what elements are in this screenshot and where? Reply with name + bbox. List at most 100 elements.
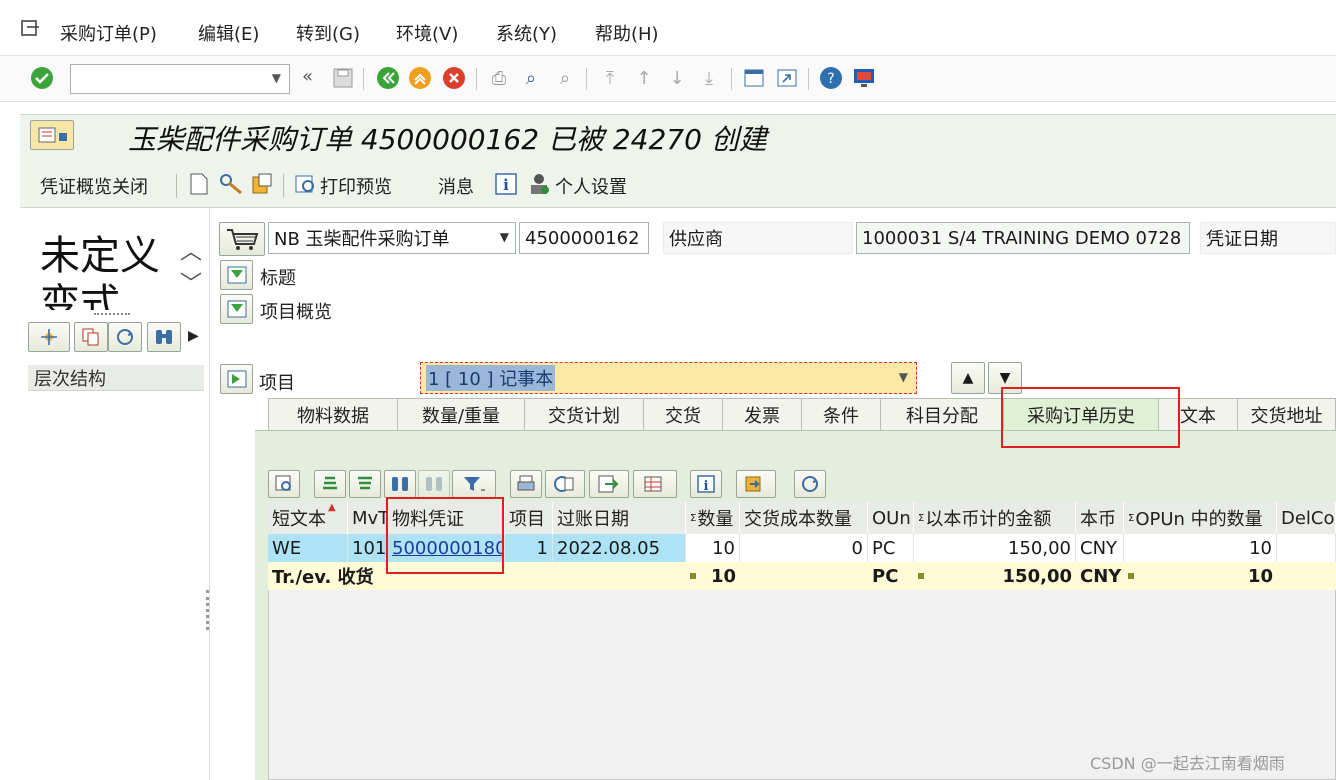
header-expand-icon[interactable]	[220, 260, 253, 290]
refresh-icon[interactable]	[794, 470, 826, 498]
first-page-icon[interactable]: ⤒	[598, 66, 622, 90]
item-select[interactable]: 1 [ 10 ] 记事本 ▼	[420, 362, 917, 394]
column-header-mvt[interactable]: MvT	[348, 502, 388, 534]
tab-delivery[interactable]: 交货	[643, 398, 723, 430]
column-header-posting-date[interactable]: 过账日期	[553, 502, 686, 534]
tab-conditions[interactable]: 条件	[801, 398, 881, 430]
cell-short-text[interactable]: WE	[268, 534, 348, 562]
details-icon[interactable]	[268, 470, 300, 498]
column-header-qty-in-opun[interactable]: Σ OPUn 中的数量	[1124, 502, 1277, 534]
back-icon[interactable]	[376, 66, 400, 90]
cell-quantity[interactable]: 10	[686, 534, 740, 562]
currency-switch-icon[interactable]	[736, 470, 776, 498]
binoculars-icon[interactable]	[147, 322, 181, 352]
previous-item-button[interactable]: ▲	[951, 362, 985, 394]
menu-goto[interactable]: 转到(G)	[296, 20, 360, 46]
scroll-down-icon[interactable]: ﹀	[180, 266, 202, 298]
find-icon[interactable]: ⌕	[519, 66, 543, 90]
create-icon[interactable]	[189, 172, 209, 200]
print-icon[interactable]	[510, 470, 542, 498]
next-page-icon[interactable]: ↓	[665, 66, 689, 90]
display-change-icon[interactable]	[218, 172, 244, 200]
layout-menu-icon[interactable]	[852, 66, 876, 90]
chevron-down-icon[interactable]: ▼	[899, 370, 908, 384]
cell-qty-in-opun[interactable]: 10	[1124, 534, 1277, 562]
cell-mvt[interactable]: 101	[348, 534, 388, 562]
other-document-icon[interactable]	[250, 172, 274, 200]
find-next-icon[interactable]: ⌕	[553, 66, 577, 90]
tab-delivery-address[interactable]: 交货地址	[1237, 398, 1336, 430]
print-icon[interactable]: ⎙	[487, 66, 511, 90]
last-page-icon[interactable]: ⤓	[697, 66, 721, 90]
exit-icon[interactable]	[408, 66, 432, 90]
print-preview-icon[interactable]	[293, 172, 319, 200]
column-header-delivery-cost-qty[interactable]: 交货成本数量	[740, 502, 868, 534]
menu-edit[interactable]: 编辑(E)	[198, 20, 259, 46]
shortcut-icon[interactable]	[775, 66, 799, 90]
vendor-field[interactable]: 1000031 S/4 TRAINING DEMO 0728	[856, 222, 1190, 254]
refresh-icon[interactable]	[108, 322, 142, 352]
transaction-menu-icon[interactable]	[30, 120, 74, 150]
copy-icon[interactable]	[74, 322, 108, 352]
column-header-delco[interactable]: DelCo	[1277, 502, 1336, 534]
collapse-command-icon[interactable]: «	[302, 66, 313, 87]
new-session-icon[interactable]	[742, 66, 766, 90]
find-next-icon[interactable]	[418, 470, 450, 498]
sort-descending-icon[interactable]	[349, 470, 381, 498]
menu-purchase-order[interactable]: 采购订单(P)	[60, 20, 157, 46]
chevron-down-icon[interactable]: ▼	[500, 230, 509, 244]
column-header-short-text[interactable]: 短文本 ▲	[268, 502, 348, 534]
column-header-quantity[interactable]: Σ 数量	[686, 502, 740, 534]
print-preview-button[interactable]: 打印预览	[320, 173, 392, 199]
scroll-up-icon[interactable]: ︿	[180, 234, 202, 266]
info-icon[interactable]: i	[690, 470, 722, 498]
menu-icon[interactable]	[20, 18, 42, 40]
filter-icon[interactable]	[452, 470, 496, 498]
personal-settings-icon[interactable]	[527, 172, 551, 200]
expand-menu-icon[interactable]	[28, 322, 70, 352]
messages-button[interactable]: 消息	[438, 173, 474, 199]
menu-system[interactable]: 系统(Y)	[496, 20, 557, 46]
item-overview-expand-icon[interactable]	[220, 294, 253, 324]
cell-delco[interactable]	[1277, 534, 1336, 562]
layout-icon[interactable]	[633, 470, 677, 498]
previous-page-icon[interactable]: ↑	[632, 66, 656, 90]
tab-delivery-schedule[interactable]: 交货计划	[524, 398, 644, 430]
header-label[interactable]: 标题	[260, 264, 296, 290]
sort-ascending-icon[interactable]	[314, 470, 346, 498]
menu-help[interactable]: 帮助(H)	[595, 20, 659, 46]
tab-account-assignment[interactable]: 科目分配	[880, 398, 1004, 430]
tab-material-data[interactable]: 物料数据	[268, 398, 398, 430]
item-overview-label[interactable]: 项目概览	[260, 298, 332, 324]
enter-check-icon[interactable]	[30, 66, 54, 90]
document-type-select[interactable]: NB 玉柴配件采购订单 ▼	[268, 222, 516, 254]
column-header-item[interactable]: 项目	[505, 502, 553, 534]
splitter-handle[interactable]	[94, 313, 130, 316]
cell-posting-date[interactable]: 2022.08.05	[553, 534, 686, 562]
tab-quantity-weight[interactable]: 数量/重量	[397, 398, 525, 430]
save-icon[interactable]	[331, 66, 355, 90]
info-icon[interactable]: i	[495, 172, 517, 200]
cell-local-currency[interactable]: CNY	[1076, 534, 1124, 562]
menu-environment[interactable]: 环境(V)	[396, 20, 458, 46]
document-overview-close-button[interactable]: 凭证概览关闭	[40, 173, 148, 199]
export-icon[interactable]	[589, 470, 629, 498]
command-field[interactable]: ▼	[70, 64, 290, 94]
more-arrow-icon[interactable]: ▶	[188, 328, 199, 344]
find-icon[interactable]	[384, 470, 416, 498]
cell-delivery-cost-qty[interactable]: 0	[740, 534, 868, 562]
column-header-amount-local-currency[interactable]: Σ 以本币计的金额	[914, 502, 1076, 534]
shopping-cart-icon[interactable]	[219, 222, 265, 256]
po-number-field[interactable]: 4500000162	[519, 222, 649, 254]
item-detail-collapse-icon[interactable]	[220, 364, 253, 394]
column-header-local-currency[interactable]: 本币	[1076, 502, 1124, 534]
tab-invoice[interactable]: 发票	[722, 398, 802, 430]
personal-settings-button[interactable]: 个人设置	[555, 173, 627, 199]
panel-splitter[interactable]	[206, 590, 210, 630]
cell-item[interactable]: 1	[505, 534, 553, 562]
help-icon[interactable]: ?	[819, 66, 843, 90]
views-icon[interactable]	[545, 470, 585, 498]
cell-order-unit[interactable]: PC	[868, 534, 914, 562]
chevron-down-icon[interactable]: ▼	[272, 71, 281, 85]
column-header-order-unit[interactable]: OUn	[868, 502, 914, 534]
